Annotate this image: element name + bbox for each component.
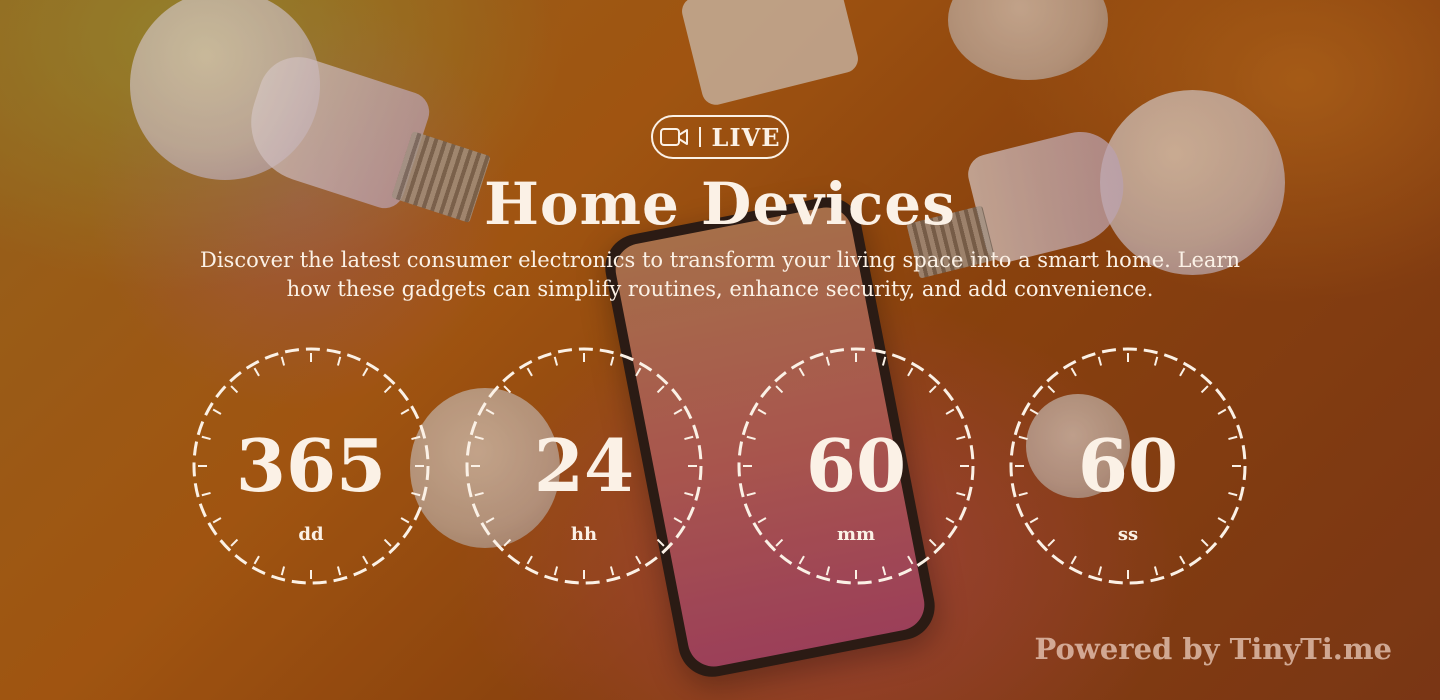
dial-tick: [1070, 555, 1077, 565]
dial-tick: [553, 356, 559, 366]
countdown-days: 365 dd: [191, 346, 431, 586]
event-content: LIVE Home Devices Discover the latest co…: [0, 0, 1440, 700]
live-badge: LIVE: [651, 115, 789, 159]
dial-tick: [757, 408, 767, 415]
dial-tick: [212, 408, 222, 415]
live-label: LIVE: [711, 122, 781, 152]
dial-tick: [775, 385, 784, 394]
dial-tick: [798, 555, 805, 565]
dial-tick: [945, 408, 955, 415]
dial-tick: [383, 385, 392, 394]
countdown-seconds: 60 ss: [1008, 346, 1248, 586]
dial-tick: [673, 517, 683, 524]
dial-tick: [253, 367, 260, 377]
dial-tick: [230, 385, 239, 394]
countdown-hours: 24 hh: [464, 346, 704, 586]
dial-tick: [825, 566, 831, 576]
dial-tick: [907, 555, 914, 565]
countdown-value: 60: [805, 423, 907, 508]
badge-divider: [699, 127, 702, 147]
countdown-unit: hh: [570, 524, 598, 545]
dial-tick: [280, 566, 286, 576]
dial-tick: [1200, 385, 1209, 394]
page-title: Home Devices: [484, 170, 956, 238]
dial-tick: [1179, 367, 1186, 377]
dial-tick: [485, 517, 495, 524]
dial-tick: [1217, 517, 1227, 524]
dial-tick: [881, 566, 887, 576]
dial-tick: [362, 367, 369, 377]
dial-tick: [757, 517, 767, 524]
dial-tick: [1070, 367, 1077, 377]
dial-tick: [656, 385, 665, 394]
dial-tick: [1153, 566, 1159, 576]
dial-tick: [1047, 385, 1056, 394]
powered-by-link[interactable]: Powered by TinyTi.me: [1035, 632, 1392, 666]
dial-tick: [635, 555, 642, 565]
dial-tick: [609, 566, 615, 576]
dial-tick: [336, 566, 342, 576]
dial-tick: [881, 356, 887, 366]
dial-tick: [1179, 555, 1186, 565]
countdown-unit: mm: [836, 524, 876, 545]
countdown-value: 24: [533, 423, 635, 508]
event-description: Discover the latest consumer electronics…: [200, 248, 1240, 301]
countdown-unit: ss: [1117, 524, 1139, 545]
dial-tick: [212, 517, 222, 524]
dial-tick: [907, 367, 914, 377]
dial-tick: [825, 356, 831, 366]
dial-tick: [1029, 408, 1039, 415]
dial-tick: [503, 385, 512, 394]
dial-tick: [798, 367, 805, 377]
dial-tick: [485, 408, 495, 415]
countdown-value: 60: [1077, 423, 1179, 508]
dial-tick: [945, 517, 955, 524]
dial-tick: [280, 356, 286, 366]
dial-tick: [526, 555, 533, 565]
dial-tick: [928, 385, 937, 394]
dial-tick: [1029, 517, 1039, 524]
dial-tick: [1097, 566, 1103, 576]
dial-tick: [400, 517, 410, 524]
countdown-unit: dd: [298, 524, 324, 545]
dial-tick: [400, 408, 410, 415]
countdown-minutes: 60 mm: [736, 346, 976, 586]
dial-tick: [336, 356, 342, 366]
dial-tick: [1097, 356, 1103, 366]
dial-tick: [609, 356, 615, 366]
dial-tick: [362, 555, 369, 565]
dial-tick: [673, 408, 683, 415]
dial-tick: [1217, 408, 1227, 415]
dial-tick: [635, 367, 642, 377]
dial-tick: [253, 555, 260, 565]
dial-tick: [553, 566, 559, 576]
video-camera-icon: [660, 128, 689, 146]
countdown-value: 365: [235, 423, 387, 508]
dial-tick: [526, 367, 533, 377]
dial-tick: [1153, 356, 1159, 366]
